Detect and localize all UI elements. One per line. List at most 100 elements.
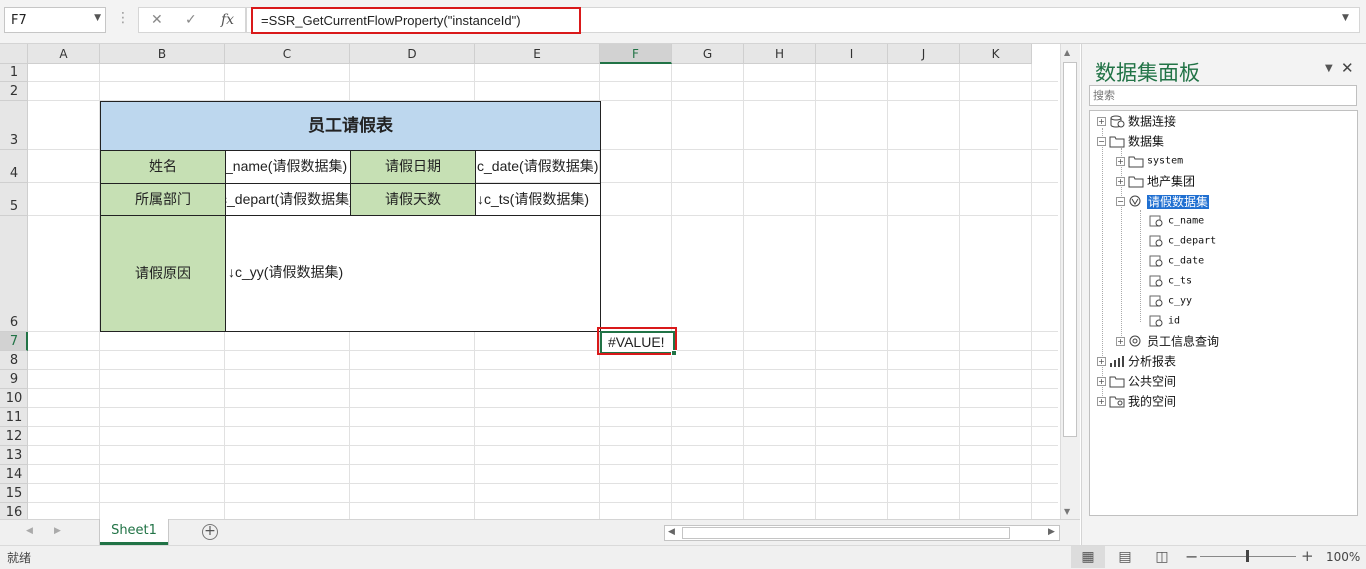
- expand-icon[interactable]: +: [1116, 157, 1125, 166]
- row-number: 10: [5, 391, 23, 406]
- tab-prev-icon[interactable]: ◀: [26, 526, 33, 536]
- reason-label-cell[interactable]: 请假原因: [100, 215, 226, 332]
- tree-field-item[interactable]: c_yy: [1149, 291, 1192, 311]
- date-label-cell[interactable]: 请假日期: [350, 150, 476, 184]
- column-header-e[interactable]: E: [475, 44, 600, 64]
- name-box[interactable]: F7 ▼: [4, 7, 106, 33]
- column-header-c[interactable]: C: [225, 44, 350, 64]
- tab-sheet1[interactable]: Sheet1: [100, 519, 168, 545]
- tree-node-reports[interactable]: + 分析报表: [1097, 351, 1176, 371]
- tree-field-item[interactable]: c_name: [1149, 211, 1204, 231]
- tree-node-my-space[interactable]: + 我的空间: [1097, 391, 1176, 411]
- expand-icon[interactable]: +: [1116, 177, 1125, 186]
- normal-view-icon[interactable]: ▦: [1071, 546, 1105, 568]
- column-header-g[interactable]: G: [672, 44, 744, 64]
- row-header-4[interactable]: 4: [0, 150, 28, 183]
- reason-value-cell[interactable]: ↓c_yy(请假数据集): [225, 215, 601, 332]
- row-header-10[interactable]: 10: [0, 389, 28, 408]
- column-header-f[interactable]: F: [600, 44, 672, 64]
- page-layout-icon[interactable]: ▤: [1108, 546, 1142, 568]
- form-title-cell[interactable]: 员工请假表: [100, 101, 601, 151]
- tree-field-item[interactable]: c_depart: [1149, 231, 1216, 251]
- tree-field-item[interactable]: id: [1149, 311, 1180, 331]
- column-header-d[interactable]: D: [350, 44, 475, 64]
- days-value-cell[interactable]: ↓c_ts(请假数据集): [475, 183, 601, 216]
- tree-node-public-space[interactable]: + 公共空间: [1097, 371, 1176, 391]
- expand-icon[interactable]: +: [1097, 357, 1106, 366]
- grid-row-line: [28, 407, 1058, 408]
- scroll-left-icon[interactable]: ◀: [668, 527, 675, 537]
- name-value-cell[interactable]: c_name(请假数据集): [225, 150, 351, 184]
- page-break-icon[interactable]: ◫: [1145, 546, 1179, 568]
- row-header-2[interactable]: 2: [0, 82, 28, 101]
- expand-icon[interactable]: +: [1116, 337, 1125, 346]
- date-value-cell[interactable]: c_date(请假数据集): [475, 150, 601, 184]
- zoom-slider-knob[interactable]: [1246, 550, 1249, 562]
- tree-node-leave-dataset[interactable]: − 请假数据集: [1116, 191, 1210, 211]
- collapse-icon[interactable]: −: [1097, 137, 1106, 146]
- tree-field-item[interactable]: c_ts: [1149, 271, 1192, 291]
- days-label-cell[interactable]: 请假天数: [350, 183, 476, 216]
- column-header-k[interactable]: K: [960, 44, 1032, 64]
- column-header-j[interactable]: J: [888, 44, 960, 64]
- column-header-a[interactable]: A: [28, 44, 100, 64]
- row-header-14[interactable]: 14: [0, 465, 28, 484]
- depart-value-cell[interactable]: c_depart(请假数据集): [225, 183, 351, 216]
- column-header-i[interactable]: I: [816, 44, 888, 64]
- select-all-corner[interactable]: [0, 44, 28, 64]
- row-header-12[interactable]: 12: [0, 427, 28, 446]
- row-header-7[interactable]: 7: [0, 332, 28, 351]
- scroll-up-icon[interactable]: ▲: [1064, 48, 1070, 57]
- row-header-11[interactable]: 11: [0, 408, 28, 427]
- search-input[interactable]: [1091, 87, 1353, 104]
- horizontal-scroll-thumb[interactable]: [682, 527, 1010, 539]
- name-label-cell[interactable]: 姓名: [100, 150, 226, 184]
- grid-row-line: [28, 81, 1058, 82]
- row-header-15[interactable]: 15: [0, 484, 28, 503]
- expand-icon[interactable]: +: [1097, 117, 1106, 126]
- user-folder-icon: [1109, 395, 1125, 408]
- expand-formula-icon[interactable]: ▼: [1342, 13, 1349, 23]
- tree-node-datasets[interactable]: − 数据集: [1097, 131, 1164, 151]
- zoom-level[interactable]: 100%: [1326, 550, 1360, 564]
- row-header-3[interactable]: 3: [0, 101, 28, 150]
- panel-search[interactable]: [1089, 85, 1357, 106]
- chevron-down-icon[interactable]: ▼: [1325, 63, 1333, 74]
- scroll-right-icon[interactable]: ▶: [1048, 527, 1055, 537]
- expand-icon[interactable]: +: [1097, 397, 1106, 406]
- folder-icon: [1109, 135, 1125, 148]
- depart-label-cell[interactable]: 所属部门: [100, 183, 226, 216]
- tree-field-item[interactable]: c_date: [1149, 251, 1204, 271]
- collapse-icon[interactable]: −: [1116, 197, 1125, 206]
- row-header-1[interactable]: 1: [0, 64, 28, 82]
- row-header-6[interactable]: 6: [0, 216, 28, 332]
- tree-node-connections[interactable]: + 数据连接: [1097, 111, 1176, 131]
- tree-node-group[interactable]: + 地产集团: [1116, 171, 1195, 191]
- fx-icon[interactable]: fx: [221, 12, 234, 28]
- row-number: 11: [5, 410, 23, 425]
- zoom-in-button[interactable]: +: [1301, 547, 1314, 565]
- expand-icon[interactable]: +: [1097, 377, 1106, 386]
- column-header-h[interactable]: H: [744, 44, 816, 64]
- plus-circle-icon[interactable]: +: [202, 524, 218, 540]
- column-header-b[interactable]: B: [100, 44, 225, 64]
- fill-handle[interactable]: [671, 350, 677, 356]
- row-header-13[interactable]: 13: [0, 446, 28, 465]
- chevron-down-icon[interactable]: ▼: [94, 13, 101, 23]
- scroll-down-icon[interactable]: ▼: [1064, 507, 1070, 516]
- active-cell-value: #VALUE!: [608, 334, 665, 350]
- tree-node-employee-query[interactable]: + 员工信息查询: [1116, 331, 1219, 351]
- vertical-scroll-thumb[interactable]: [1063, 62, 1077, 437]
- row-header-5[interactable]: 5: [0, 183, 28, 216]
- zoom-out-button[interactable]: −: [1185, 547, 1198, 566]
- row-number: 6: [9, 315, 19, 330]
- tree-node-system[interactable]: + system: [1116, 151, 1183, 171]
- row-header-8[interactable]: 8: [0, 351, 28, 370]
- close-icon[interactable]: ✕: [151, 12, 163, 28]
- formula-highlight[interactable]: =SSR_GetCurrentFlowProperty("instanceId"…: [251, 7, 581, 34]
- tab-next-icon[interactable]: ▶: [54, 526, 61, 536]
- grid-row-line: [28, 426, 1058, 427]
- row-header-9[interactable]: 9: [0, 370, 28, 389]
- close-icon[interactable]: ✕: [1341, 59, 1354, 77]
- check-icon[interactable]: ✓: [185, 12, 197, 28]
